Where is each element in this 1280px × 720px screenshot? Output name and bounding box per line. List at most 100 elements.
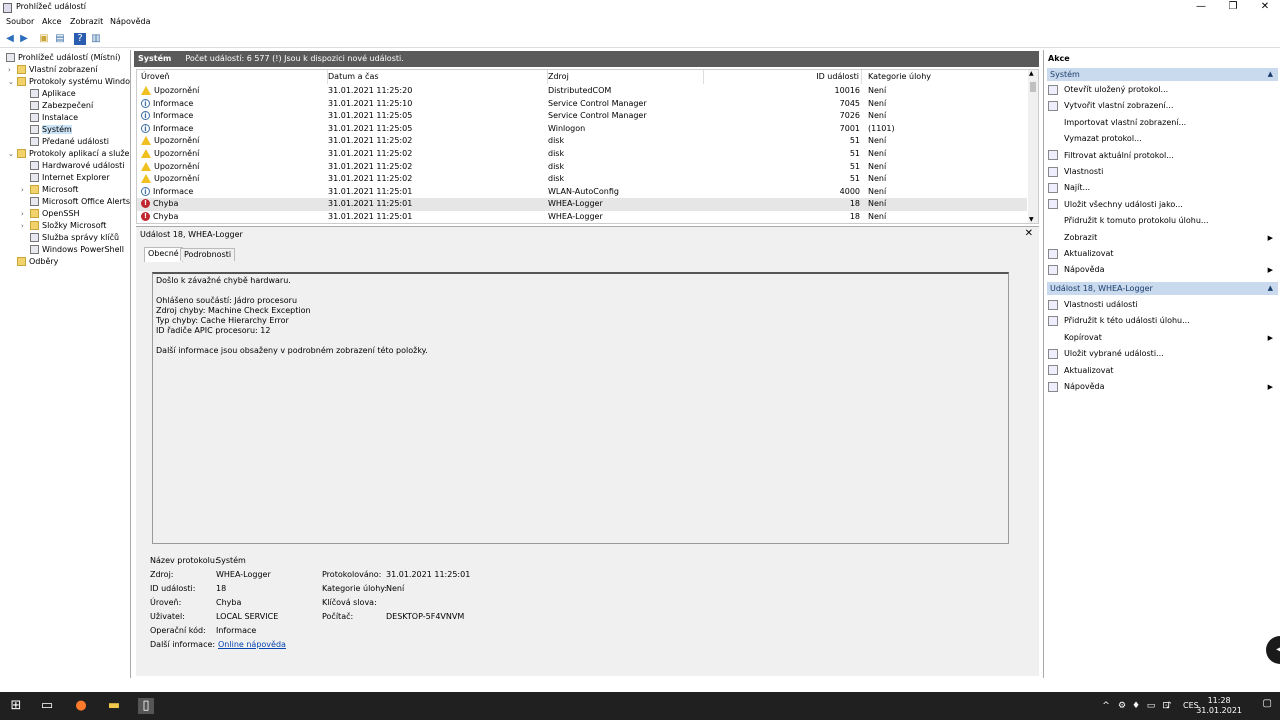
prop-logged-value: 31.01.2021 11:25:01	[386, 570, 471, 579]
tree-subscriptions[interactable]: Odběry	[17, 256, 58, 268]
online-help-link[interactable]: Online nápověda	[218, 640, 286, 649]
tree-powershell[interactable]: Windows PowerShell	[30, 244, 124, 256]
action-item[interactable]: Přidružit k tomuto protokolu úlohu...	[1048, 214, 1276, 228]
tree-log-setup[interactable]: Instalace	[30, 112, 78, 124]
show-hide-tree-icon[interactable]: ▤	[54, 33, 66, 45]
tree-key-management[interactable]: Služba správy klíčů	[30, 232, 119, 244]
action-item[interactable]: Uložit všechny události jako...	[1048, 198, 1276, 212]
tree-app-services[interactable]: ⌄ Protokoly aplikací a služeb	[8, 148, 130, 160]
event-description[interactable]: Došlo k závažné chybě hardwaru. Ohlášeno …	[152, 272, 1009, 544]
action-item[interactable]: Vlastnosti události	[1048, 298, 1276, 312]
tray-display-icon[interactable]: ▭	[1143, 698, 1159, 714]
collapse-caret-icon[interactable]: ▲	[1268, 282, 1273, 295]
actions-section-system[interactable]: Systém ▲	[1047, 68, 1278, 81]
action-item[interactable]: Zobrazit ▶	[1048, 231, 1276, 245]
action-item[interactable]: Nápověda ▶	[1048, 263, 1276, 277]
action-item[interactable]: Nápověda ▶	[1048, 380, 1276, 394]
table-row[interactable]: Upozornění 31.01.2021 11:25:02 disk 51 Není	[137, 161, 1027, 174]
action-item[interactable]: Filtrovat aktuální protokol...	[1048, 149, 1276, 163]
maximize-button[interactable]: ❐	[1218, 0, 1248, 14]
tray-microphone-icon[interactable]: ♦	[1128, 698, 1144, 714]
menu-help[interactable]: Nápověda	[110, 17, 151, 26]
tree-microsoft[interactable]: › Microsoft	[21, 184, 78, 196]
scroll-thumb[interactable]	[1030, 82, 1036, 92]
event-viewer-taskbar-icon[interactable]: ▯	[138, 698, 154, 714]
tree-log-security[interactable]: Zabezpečení	[30, 100, 93, 112]
table-row[interactable]: ! Chyba 31.01.2021 11:25:01 WHEA-Logger 18 Ne…	[137, 198, 1027, 211]
column-header-event-id[interactable]: ID události	[704, 70, 862, 84]
show-hide-actions-icon[interactable]: ▥	[90, 33, 102, 45]
scroll-down-icon[interactable]: ▼	[1029, 216, 1034, 223]
tab-details[interactable]: Podrobnosti	[180, 248, 236, 261]
action-item[interactable]: Otevřít uložený protokol...	[1048, 83, 1276, 97]
error-icon: !	[141, 212, 150, 221]
tree-windows-logs[interactable]: ⌄ Protokoly systému Windows	[8, 76, 130, 88]
tree-openssh[interactable]: › OpenSSH	[21, 208, 80, 220]
expand-icon[interactable]: ›	[21, 220, 24, 232]
table-row[interactable]: ! Chyba 31.01.2021 11:25:01 WHEA-Logger 18 Ne…	[137, 211, 1027, 223]
system-clock[interactable]: 11:28 31.01.2021	[1196, 696, 1242, 716]
scroll-up-icon[interactable]: ▲	[1029, 70, 1034, 77]
help-icon[interactable]: ?	[74, 33, 86, 45]
action-item[interactable]: Vymazat protokol...	[1048, 132, 1276, 146]
action-item[interactable]: Aktualizovat	[1048, 364, 1276, 378]
description-line: Další informace jsou obsaženy v podrobné…	[156, 346, 428, 355]
action-item[interactable]: Vlastnosti	[1048, 165, 1276, 179]
action-item[interactable]: Vytvořit vlastní zobrazení...	[1048, 99, 1276, 113]
action-item[interactable]: Uložit vybrané události...	[1048, 347, 1276, 361]
action-item[interactable]: Importovat vlastní zobrazení...	[1048, 116, 1276, 130]
tab-general[interactable]: Obecné	[144, 247, 183, 262]
minimize-button[interactable]: —	[1186, 0, 1216, 14]
folder-up-icon[interactable]: ▣	[38, 33, 50, 45]
start-windows-icon[interactable]: ⊞	[8, 698, 24, 714]
tray-volume-icon[interactable]: ♪	[1161, 698, 1177, 714]
expand-icon[interactable]: ›	[21, 184, 24, 196]
table-row[interactable]: i Informace 31.01.2021 11:25:01 WLAN-AutoCo…	[137, 186, 1027, 199]
action-item[interactable]: Přidružit k této události úlohu...	[1048, 314, 1276, 328]
events-vertical-scrollbar[interactable]: ▲ ▼	[1028, 70, 1038, 223]
tray-chevron-icon[interactable]: ^	[1098, 698, 1114, 714]
back-arrow-icon[interactable]: ◀	[4, 33, 16, 45]
task-view-icon[interactable]: ▭	[39, 698, 55, 714]
column-header-task-category[interactable]: Kategorie úlohy	[868, 70, 1018, 84]
table-row[interactable]: i Informace 31.01.2021 11:25:05 Winlogon 700…	[137, 123, 1027, 136]
action-item[interactable]: Najít...	[1048, 181, 1276, 195]
expand-icon[interactable]: ›	[8, 64, 11, 76]
menu-file[interactable]: Soubor	[6, 17, 34, 26]
tree-log-forwarded[interactable]: Předané události	[30, 136, 109, 148]
file-explorer-icon[interactable]: ▬	[106, 698, 122, 714]
forward-arrow-icon[interactable]: ▶	[18, 33, 30, 45]
table-row[interactable]: Upozornění 31.01.2021 11:25:02 disk 51 Není	[137, 173, 1027, 186]
prop-user-value: LOCAL SERVICE	[216, 612, 279, 621]
table-row[interactable]: Upozornění 31.01.2021 11:25:20 Distributed…	[137, 85, 1027, 98]
table-row[interactable]: Upozornění 31.01.2021 11:25:02 disk 51 Není	[137, 135, 1027, 148]
tree-custom-views[interactable]: › Vlastní zobrazení	[8, 64, 98, 76]
table-row[interactable]: i Informace 31.01.2021 11:25:10 Service Con…	[137, 98, 1027, 111]
table-row[interactable]: Upozornění 31.01.2021 11:25:02 disk 51 Není	[137, 148, 1027, 161]
column-header-date[interactable]: Datum a čas	[328, 70, 548, 84]
close-button[interactable]: ✕	[1250, 0, 1280, 14]
tree-microsoft-folders[interactable]: › Složky Microsoft	[21, 220, 106, 232]
close-detail-icon[interactable]: ✕	[1025, 228, 1033, 239]
action-item[interactable]: Aktualizovat	[1048, 247, 1276, 261]
menu-action[interactable]: Akce	[42, 17, 61, 26]
tree-log-system[interactable]: Systém	[30, 124, 72, 136]
tree-office-alerts[interactable]: Microsoft Office Alerts	[30, 196, 130, 208]
collapse-caret-icon[interactable]: ▲	[1268, 68, 1273, 81]
tree-hardware-events[interactable]: Hardwarové události	[30, 160, 125, 172]
notifications-icon[interactable]: ▢	[1263, 698, 1272, 709]
firefox-icon[interactable]: ●	[73, 698, 89, 714]
collapse-icon[interactable]: ⌄	[8, 148, 14, 160]
prop-log-name-value: Systém	[216, 556, 246, 565]
tree-internet-explorer[interactable]: Internet Explorer	[30, 172, 110, 184]
column-header-level[interactable]: Úroveň	[141, 70, 328, 84]
menu-view[interactable]: Zobrazit	[70, 17, 103, 26]
tree-log-application[interactable]: Aplikace	[30, 88, 76, 100]
expand-icon[interactable]: ›	[21, 208, 24, 220]
collapse-icon[interactable]: ⌄	[8, 76, 14, 88]
table-row[interactable]: i Informace 31.01.2021 11:25:05 Service Con…	[137, 110, 1027, 123]
tree-root[interactable]: Prohlížeč událostí (Místní)	[6, 52, 120, 64]
action-item[interactable]: Kopírovat ▶	[1048, 331, 1276, 345]
column-header-source[interactable]: Zdroj	[548, 70, 704, 84]
actions-section-event[interactable]: Událost 18, WHEA-Logger ▲	[1047, 282, 1278, 295]
